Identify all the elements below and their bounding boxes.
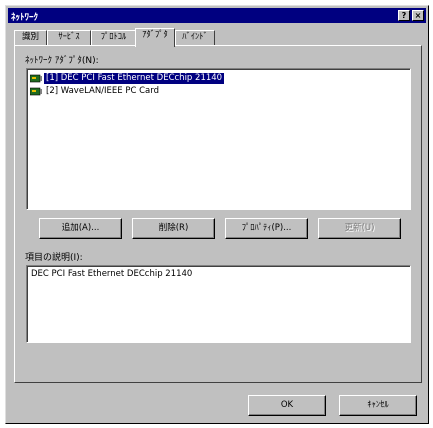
tab-strip: 識別 ｻｰﾋﾞｽ ﾌﾟﾛﾄｺﾙ ｱﾀﾞﾌﾟﾀ ﾊﾞｲﾝﾄﾞ xyxy=(14,28,420,47)
tab-services[interactable]: ｻｰﾋﾞｽ xyxy=(47,30,91,45)
description-text: DEC PCI Fast Ethernet DECchip 21140 xyxy=(31,269,193,279)
network-dialog: ﾈｯﾄﾜｰｸ ? × 識別 ｻｰﾋﾞｽ ﾌﾟﾛﾄｺﾙ ｱﾀﾞﾌﾟﾀ ﾊﾞｲﾝﾄﾞ… xyxy=(5,5,429,424)
update-button[interactable]: 更新(U) xyxy=(318,218,401,239)
title-bar[interactable]: ﾈｯﾄﾜｰｸ ? × xyxy=(8,8,426,23)
list-item[interactable]: [2] WaveLAN/IEEE PC Card xyxy=(29,85,161,97)
network-adapter-icon xyxy=(29,74,42,83)
tab-adapters[interactable]: ｱﾀﾞﾌﾟﾀ xyxy=(135,28,175,47)
tab-identification[interactable]: 識別 xyxy=(14,30,47,45)
properties-button[interactable]: ﾌﾟﾛﾊﾟﾃｨ(P)... xyxy=(225,218,308,239)
close-button[interactable]: × xyxy=(412,10,424,21)
help-button[interactable]: ? xyxy=(398,10,410,21)
tab-bindings[interactable]: ﾊﾞｲﾝﾄﾞ xyxy=(175,30,215,45)
adapter-item-text: [2] WaveLAN/IEEE PC Card xyxy=(46,85,160,96)
adapter-item-text: [1] DEC PCI Fast Ethernet DECchip 21140 xyxy=(44,72,225,84)
tab-protocols[interactable]: ﾌﾟﾛﾄｺﾙ xyxy=(91,30,136,45)
ok-button[interactable]: OK xyxy=(248,395,326,416)
window-title: ﾈｯﾄﾜｰｸ xyxy=(11,13,39,23)
adapter-list[interactable]: [1] DEC PCI Fast Ethernet DECchip 21140 … xyxy=(26,68,411,210)
description-label: 項目の説明(I): xyxy=(25,253,83,263)
cancel-button[interactable]: ｷｬﾝｾﾙ xyxy=(339,395,417,416)
adapters-label: ﾈｯﾄﾜｰｸ ｱﾀﾞﾌﾟﾀ(N): xyxy=(25,56,99,66)
network-adapter-icon xyxy=(29,87,42,96)
list-item[interactable]: [1] DEC PCI Fast Ethernet DECchip 21140 xyxy=(29,72,225,84)
add-button[interactable]: 追加(A)... xyxy=(39,218,122,239)
description-box: DEC PCI Fast Ethernet DECchip 21140 xyxy=(26,265,411,343)
adapters-panel: ﾈｯﾄﾜｰｸ ｱﾀﾞﾌﾟﾀ(N): [1] DEC PCI Fast Ether… xyxy=(14,45,422,383)
remove-button[interactable]: 削除(R) xyxy=(132,218,215,239)
